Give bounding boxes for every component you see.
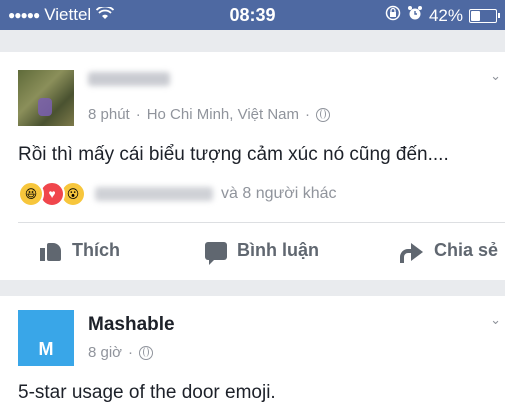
author-name-blurred[interactable] — [88, 72, 170, 86]
thumbs-up-icon — [40, 241, 62, 261]
avatar[interactable] — [18, 70, 74, 126]
share-button[interactable]: Chia sẻ — [400, 240, 499, 263]
haha-reaction-icon: 😆 — [18, 181, 44, 207]
post-meta: 8 giờ · — [88, 344, 154, 361]
globe-icon — [139, 345, 154, 360]
alarm-icon — [407, 5, 423, 26]
battery-percent: 42% — [428, 5, 463, 25]
post-text: 5-star usage of the door emoji. — [18, 382, 276, 403]
like-label: Thích — [72, 240, 120, 260]
like-button[interactable]: Thích — [40, 240, 120, 261]
post-time[interactable]: 8 giờ — [88, 344, 122, 361]
rotation-lock-icon — [385, 5, 401, 26]
logo-letter: M — [38, 339, 54, 359]
chevron-down-icon[interactable]: ⌄ — [490, 312, 501, 328]
divider — [18, 222, 505, 223]
comment-icon — [205, 241, 227, 265]
action-bar: Thích Bình luận Chia sẻ — [0, 232, 505, 272]
reactor-name-blurred — [95, 187, 213, 201]
share-icon — [400, 242, 424, 263]
post-location[interactable]: Ho Chi Minh, Việt Nam — [147, 106, 299, 123]
comment-label: Bình luận — [237, 240, 319, 260]
comment-button[interactable]: Bình luận — [205, 240, 319, 265]
reactor-others: và 8 người khác — [221, 185, 337, 202]
post-card: ⌄ 8 phút · Ho Chi Minh, Việt Nam · Rồi t… — [0, 52, 505, 280]
reactions-summary[interactable]: 😆 ♥ 😮 và 8 người khác — [18, 181, 337, 207]
post-text: Rồi thì mấy cái biểu tượng cảm xúc nó cũ… — [18, 144, 449, 165]
share-label: Chia sẻ — [434, 240, 499, 260]
battery-icon — [469, 8, 500, 23]
page-name[interactable]: Mashable — [88, 314, 175, 336]
post-card: M Mashable ⌄ 8 giờ · 5-star usage of the… — [0, 296, 505, 416]
post-time[interactable]: 8 phút — [88, 106, 130, 123]
status-bar: ●●●●● Viettel 08:39 42% — [0, 0, 505, 30]
page-logo[interactable]: M — [18, 310, 74, 366]
post-meta: 8 phút · Ho Chi Minh, Việt Nam · — [88, 106, 330, 123]
chevron-down-icon[interactable]: ⌄ — [490, 68, 501, 84]
status-right: 42% — [385, 5, 500, 26]
globe-icon — [316, 107, 330, 122]
